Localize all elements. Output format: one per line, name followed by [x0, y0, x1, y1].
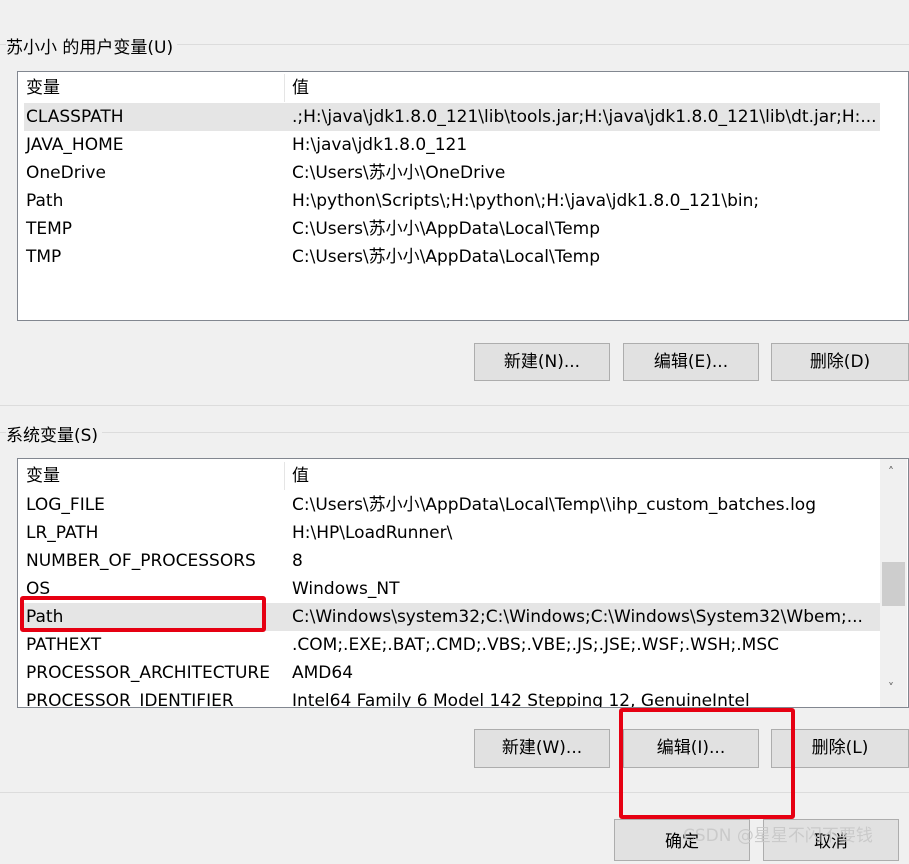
list-item[interactable]: LOG_FILE C:\Users\苏小小\AppData\Local\Temp\… [24, 491, 880, 519]
list-header: 变量 值 [24, 462, 880, 490]
var-name: JAVA_HOME [26, 135, 124, 155]
watermark: CSDN @星星不闪不要钱 [683, 826, 873, 846]
list-item[interactable]: CLASSPATH .;H:\java\jdk1.8.0_121\lib\tool… [24, 103, 880, 131]
var-value: Windows_NT [292, 579, 400, 599]
user-new-button[interactable]: 新建(N)... [474, 343, 610, 381]
user-delete-button[interactable]: 删除(D) [771, 343, 909, 381]
var-name: PATHEXT [26, 635, 102, 655]
system-vars-list[interactable]: 变量 值 LOG_FILE C:\Users\苏小小\AppData\Local\… [17, 458, 909, 708]
var-value: .;H:\java\jdk1.8.0_121\lib\tools.jar;H:\… [292, 107, 877, 127]
scrollbar-thumb[interactable] [882, 562, 905, 606]
user-vars-list[interactable]: 变量 值 CLASSPATH .;H:\java\jdk1.8.0_121\lib… [17, 71, 909, 321]
var-name: CLASSPATH [26, 107, 124, 127]
scrollbar[interactable]: ˄ ˅ [880, 459, 907, 707]
divider [0, 405, 909, 406]
var-value: C:\Users\苏小小\AppData\Local\Temp [292, 247, 601, 267]
var-name: Path [26, 191, 64, 211]
highlight-path-row [20, 596, 266, 632]
list-item[interactable]: TEMP C:\Users\苏小小\AppData\Local\Temp [24, 215, 880, 243]
var-value: C:\Users\苏小小\AppData\Local\Temp\\ihp_cus… [292, 495, 816, 515]
var-value: H:\python\Scripts\;H:\python\;H:\java\jd… [292, 191, 760, 211]
var-name: PROCESSOR_ARCHITECTURE [26, 663, 270, 683]
var-value: H:\java\jdk1.8.0_121 [292, 135, 468, 155]
var-name: LR_PATH [26, 523, 99, 543]
header-value[interactable]: 值 [292, 462, 309, 490]
var-value: AMD64 [292, 663, 354, 683]
header-value[interactable]: 值 [292, 74, 309, 102]
list-item[interactable]: JAVA_HOME H:\java\jdk1.8.0_121 [24, 131, 880, 159]
var-name: LOG_FILE [26, 495, 105, 515]
var-value: C:\Users\苏小小\OneDrive [292, 163, 506, 183]
var-value: 8 [292, 551, 303, 571]
header-name[interactable]: 变量 [26, 74, 60, 102]
system-group-line [0, 432, 909, 433]
user-edit-button[interactable]: 编辑(E)... [623, 343, 759, 381]
user-vars-title: 苏小小 的用户变量(U) [6, 33, 178, 58]
chevron-down-icon[interactable]: ˅ [888, 681, 894, 695]
list-item[interactable]: NUMBER_OF_PROCESSORS 8 [24, 547, 880, 575]
var-name: TEMP [26, 219, 73, 239]
system-new-button[interactable]: 新建(W)... [474, 729, 610, 768]
var-value: H:\HP\LoadRunner\ [292, 523, 453, 543]
var-value: .COM;.EXE;.BAT;.CMD;.VBS;.VBE;.JS;.JSE;.… [292, 635, 780, 655]
list-item[interactable]: TMP C:\Users\苏小小\AppData\Local\Temp [24, 243, 880, 271]
var-value: Intel64 Family 6 Model 142 Stepping 12, … [292, 691, 750, 708]
header-name[interactable]: 变量 [26, 462, 60, 490]
var-value: C:\Users\苏小小\AppData\Local\Temp [292, 219, 601, 239]
system-vars-title: 系统变量(S) [6, 421, 103, 446]
chevron-up-icon[interactable]: ˄ [888, 465, 894, 479]
list-item[interactable]: Path H:\python\Scripts\;H:\python\;H:\jav… [24, 187, 880, 215]
list-item[interactable]: OneDrive C:\Users\苏小小\OneDrive [24, 159, 880, 187]
list-item[interactable]: PROCESSOR_ARCHITECTURE AMD64 [24, 659, 880, 687]
var-name: OneDrive [26, 163, 106, 183]
list-item[interactable]: PATHEXT .COM;.EXE;.BAT;.CMD;.VBS;.VBE;.JS… [24, 631, 880, 659]
var-value: C:\Windows\system32;C:\Windows;C:\Window… [292, 607, 863, 627]
list-header: 变量 值 [24, 74, 880, 102]
var-name: NUMBER_OF_PROCESSORS [26, 551, 256, 571]
var-name: TMP [26, 247, 62, 267]
highlight-edit-button [619, 708, 795, 819]
list-item[interactable]: LR_PATH H:\HP\LoadRunner\ [24, 519, 880, 547]
var-name: PROCESSOR_IDENTIFIER [26, 691, 234, 708]
list-item[interactable]: PROCESSOR_IDENTIFIER Intel64 Family 6 Mod… [24, 687, 880, 708]
